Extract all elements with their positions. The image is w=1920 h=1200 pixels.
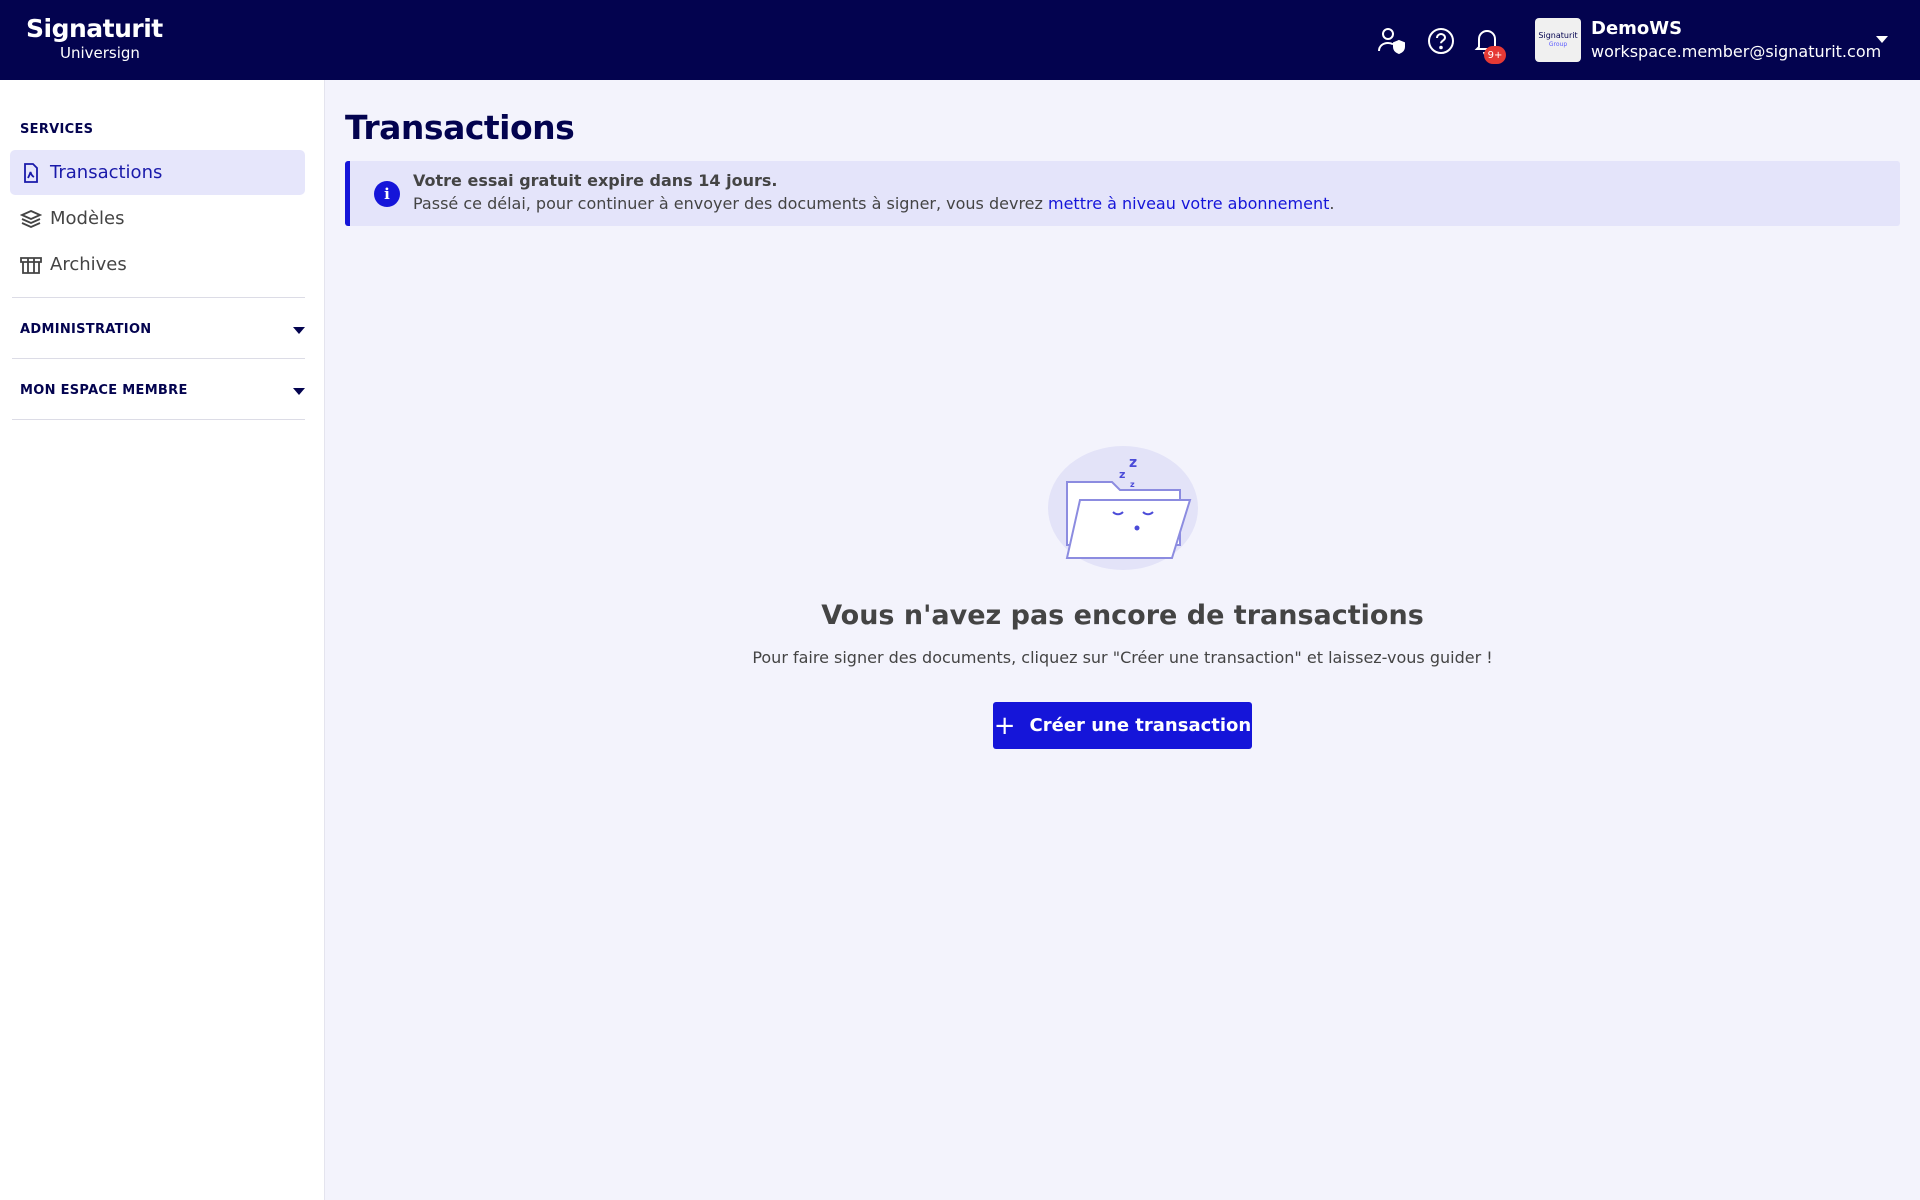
- archive-box-icon: [20, 254, 42, 276]
- sidebar-item-transactions[interactable]: Transactions: [10, 150, 305, 195]
- workspace-logo-subtext: Group: [1548, 41, 1568, 48]
- divider: [12, 358, 305, 359]
- alert-body: Passé ce délai, pour continuer à envoyer…: [413, 194, 1334, 213]
- info-icon: i: [374, 181, 400, 207]
- empty-state-title: Vous n'avez pas encore de transactions: [821, 600, 1424, 631]
- alert-body-suffix: .: [1329, 194, 1335, 213]
- workspace-logo-text: Signaturit: [1538, 31, 1578, 40]
- member-space-section-toggle[interactable]: MON ESPACE MEMBRE: [10, 372, 305, 408]
- page-title: Transactions: [345, 108, 575, 147]
- user-shield-icon[interactable]: [1375, 24, 1409, 58]
- layers-icon: [20, 208, 42, 230]
- svg-text:z: z: [1119, 468, 1125, 481]
- member-space-label: MON ESPACE MEMBRE: [20, 382, 188, 398]
- trial-alert: i Votre essai gratuit expire dans 14 jou…: [345, 161, 1900, 226]
- services-section-title: SERVICES: [20, 122, 94, 137]
- chevron-down-icon[interactable]: [1876, 36, 1888, 43]
- alert-title: Votre essai gratuit expire dans 14 jours…: [413, 171, 778, 190]
- plus-icon: +: [993, 710, 1016, 741]
- create-transaction-label: Créer une transaction: [1029, 715, 1252, 736]
- notification-badge: 9+: [1484, 46, 1506, 64]
- brand-name: Signaturit: [26, 14, 163, 43]
- administration-section-toggle[interactable]: ADMINISTRATION: [10, 311, 305, 347]
- sidebar-item-label: Modèles: [50, 208, 125, 229]
- svg-text:z: z: [1130, 480, 1135, 489]
- empty-state-subtitle: Pour faire signer des documents, cliquez…: [752, 648, 1493, 667]
- sidebar-item-label: Transactions: [50, 162, 163, 183]
- chevron-down-icon: [293, 327, 305, 334]
- top-bar: Signaturit Universign 9+ Signaturit Grou…: [0, 0, 1920, 80]
- help-icon[interactable]: [1424, 24, 1458, 58]
- sidebar-item-label: Archives: [50, 254, 127, 275]
- workspace-switcher[interactable]: Signaturit Group DemoWS workspace.member…: [1535, 16, 1881, 64]
- divider: [12, 419, 305, 420]
- svg-text:z: z: [1129, 455, 1137, 471]
- sidebar-item-archives[interactable]: Archives: [10, 242, 305, 287]
- workspace-logo: Signaturit Group: [1535, 18, 1581, 62]
- workspace-name: DemoWS: [1591, 18, 1683, 39]
- brand-logo[interactable]: Signaturit Universign: [26, 14, 163, 62]
- sleeping-folder-illustration: z z z: [1045, 440, 1200, 575]
- document-icon: [20, 162, 42, 184]
- sidebar: SERVICES Transactions Modèles Archives A…: [0, 80, 325, 1200]
- chevron-down-icon: [293, 388, 305, 395]
- divider: [12, 297, 305, 298]
- alert-body-prefix: Passé ce délai, pour continuer à envoyer…: [413, 194, 1048, 213]
- create-transaction-button[interactable]: + Créer une transaction: [993, 702, 1252, 749]
- sidebar-item-modeles[interactable]: Modèles: [10, 196, 305, 241]
- brand-sub: Universign: [60, 44, 140, 62]
- workspace-email: workspace.member@signaturit.com: [1591, 42, 1882, 61]
- upgrade-subscription-link[interactable]: mettre à niveau votre abonnement: [1048, 194, 1329, 213]
- administration-label: ADMINISTRATION: [20, 321, 152, 337]
